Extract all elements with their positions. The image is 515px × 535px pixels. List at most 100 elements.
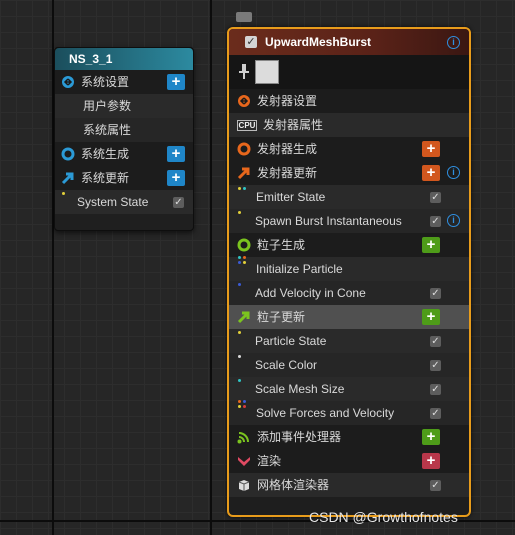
enable-checkbox[interactable]: ✓ bbox=[430, 360, 441, 371]
event-handler-icon bbox=[237, 430, 251, 444]
enable-checkbox[interactable]: ✓ bbox=[430, 288, 441, 299]
emitter-settings-row[interactable]: 发射器设置 bbox=[229, 89, 469, 113]
row-label: 粒子生成 bbox=[257, 238, 306, 252]
enable-checkbox[interactable]: ✓ bbox=[430, 408, 441, 419]
info-icon[interactable]: i bbox=[447, 36, 460, 49]
module-color-dot bbox=[238, 255, 241, 259]
info-icon[interactable]: i bbox=[447, 214, 460, 227]
row-label: 网格体渲染器 bbox=[257, 478, 330, 492]
emitter-update-row[interactable]: 发射器更新 + i bbox=[229, 161, 469, 185]
spawn-ring-icon bbox=[237, 238, 251, 252]
row-label: 发射器更新 bbox=[257, 166, 318, 180]
update-arrow-icon bbox=[61, 171, 75, 185]
add-module-button[interactable]: + bbox=[167, 74, 185, 90]
row-label: 发射器生成 bbox=[257, 142, 318, 156]
enable-checkbox[interactable]: ✓ bbox=[430, 384, 441, 395]
node-pin-icon[interactable] bbox=[236, 12, 252, 22]
module-row[interactable]: Particle State ✓ bbox=[229, 329, 469, 353]
module-color-dot bbox=[238, 399, 241, 403]
system-state-row[interactable]: System State ✓ bbox=[55, 190, 193, 214]
module-row[interactable]: Scale Color ✓ bbox=[229, 353, 469, 377]
add-module-button[interactable]: + bbox=[422, 309, 440, 325]
row-label: Scale Mesh Size bbox=[255, 382, 345, 396]
module-color-dot bbox=[62, 191, 65, 195]
emitter-settings-icon bbox=[237, 94, 251, 108]
render-icon bbox=[237, 454, 251, 468]
module-row[interactable]: Add Velocity in Cone ✓ bbox=[229, 281, 469, 305]
module-color-dot bbox=[238, 282, 241, 286]
add-renderer-button[interactable]: + bbox=[422, 453, 440, 469]
spawn-ring-icon bbox=[237, 142, 251, 156]
row-label: Add Velocity in Cone bbox=[255, 286, 366, 300]
row-label: 系统更新 bbox=[81, 171, 130, 185]
add-module-button[interactable]: + bbox=[167, 170, 185, 186]
system-node[interactable]: NS_3_1 系统设置 + 用户参数 系统属性 系统生成 + 系统更新 + Sy… bbox=[54, 47, 194, 231]
row-label: Initialize Particle bbox=[256, 262, 343, 276]
particle-update-row[interactable]: 粒子更新 + bbox=[229, 305, 469, 329]
module-color-dot bbox=[238, 330, 241, 334]
enable-checkbox[interactable]: ✓ bbox=[430, 192, 441, 203]
module-color-dot bbox=[238, 210, 241, 214]
emitter-thumbnail-row bbox=[229, 55, 469, 89]
system-properties-row[interactable]: 系统属性 bbox=[55, 118, 193, 142]
emitter-properties-row[interactable]: CPU 发射器属性 bbox=[229, 113, 469, 137]
particle-spawn-row[interactable]: 粒子生成 + bbox=[229, 233, 469, 257]
module-row[interactable]: Scale Mesh Size ✓ bbox=[229, 377, 469, 401]
emitter-thumbnail[interactable] bbox=[255, 60, 279, 84]
row-label: Scale Color bbox=[255, 358, 318, 372]
system-settings-icon bbox=[61, 75, 75, 89]
row-label: 粒子更新 bbox=[257, 310, 306, 324]
row-label: 系统属性 bbox=[83, 123, 132, 137]
emitter-title: UpwardMeshBurst bbox=[265, 35, 372, 49]
module-row[interactable]: Spawn Burst Instantaneous ✓ i bbox=[229, 209, 469, 233]
emitter-node[interactable]: ✓ UpwardMeshBurst i 发射器设置 CPU 发射器属性 发射器生… bbox=[227, 27, 471, 517]
cpu-icon: CPU bbox=[237, 119, 257, 131]
system-update-row[interactable]: 系统更新 + bbox=[55, 166, 193, 190]
update-arrow-icon bbox=[237, 166, 251, 180]
row-label: Solve Forces and Velocity bbox=[256, 406, 395, 420]
enable-checkbox[interactable]: ✓ bbox=[430, 336, 441, 347]
row-label: Emitter State bbox=[256, 190, 326, 204]
mesh-cube-icon bbox=[237, 478, 251, 492]
enable-checkbox[interactable]: ✓ bbox=[430, 216, 441, 227]
spawn-ring-icon bbox=[61, 147, 75, 161]
emitter-enable-checkbox[interactable]: ✓ bbox=[245, 36, 257, 48]
emitter-spawn-row[interactable]: 发射器生成 + bbox=[229, 137, 469, 161]
user-parameters-row[interactable]: 用户参数 bbox=[55, 94, 193, 118]
graph-grid-line bbox=[210, 0, 212, 535]
update-arrow-icon bbox=[237, 310, 251, 324]
add-module-button[interactable]: + bbox=[422, 165, 440, 181]
pin-icon[interactable] bbox=[239, 64, 249, 85]
add-module-button[interactable]: + bbox=[422, 141, 440, 157]
module-color-dot bbox=[238, 186, 241, 190]
enable-checkbox[interactable]: ✓ bbox=[173, 197, 184, 208]
add-module-button[interactable]: + bbox=[422, 237, 440, 253]
emitter-node-header[interactable]: ✓ UpwardMeshBurst i bbox=[229, 29, 469, 55]
module-row[interactable]: Emitter State ✓ bbox=[229, 185, 469, 209]
row-label: System State bbox=[77, 195, 149, 209]
add-event-handler-row[interactable]: 添加事件处理器 + bbox=[229, 425, 469, 449]
system-settings-row[interactable]: 系统设置 + bbox=[55, 70, 193, 94]
module-row[interactable]: Initialize Particle bbox=[229, 255, 469, 281]
row-label: Spawn Burst Instantaneous bbox=[255, 214, 402, 228]
render-row[interactable]: 渲染 + bbox=[229, 449, 469, 473]
add-module-button[interactable]: + bbox=[422, 429, 440, 445]
row-label: 添加事件处理器 bbox=[257, 430, 342, 444]
row-label: 发射器属性 bbox=[263, 118, 324, 132]
row-label: 渲染 bbox=[257, 454, 282, 468]
row-label: 系统设置 bbox=[81, 75, 130, 89]
module-color-dot bbox=[238, 354, 241, 358]
info-icon[interactable]: i bbox=[447, 166, 460, 179]
row-label: 用户参数 bbox=[83, 99, 132, 113]
watermark: CSDN @Growthofnotes bbox=[309, 509, 458, 525]
system-node-title[interactable]: NS_3_1 bbox=[55, 48, 193, 70]
module-row[interactable]: Solve Forces and Velocity ✓ bbox=[229, 399, 469, 425]
row-label: 发射器设置 bbox=[257, 94, 318, 108]
enable-checkbox[interactable]: ✓ bbox=[430, 480, 441, 491]
add-module-button[interactable]: + bbox=[167, 146, 185, 162]
row-label: 系统生成 bbox=[81, 147, 130, 161]
module-color-dot bbox=[238, 378, 241, 382]
system-spawn-row[interactable]: 系统生成 + bbox=[55, 142, 193, 166]
mesh-renderer-row[interactable]: 网格体渲染器 ✓ bbox=[229, 473, 469, 497]
row-label: Particle State bbox=[255, 334, 327, 348]
